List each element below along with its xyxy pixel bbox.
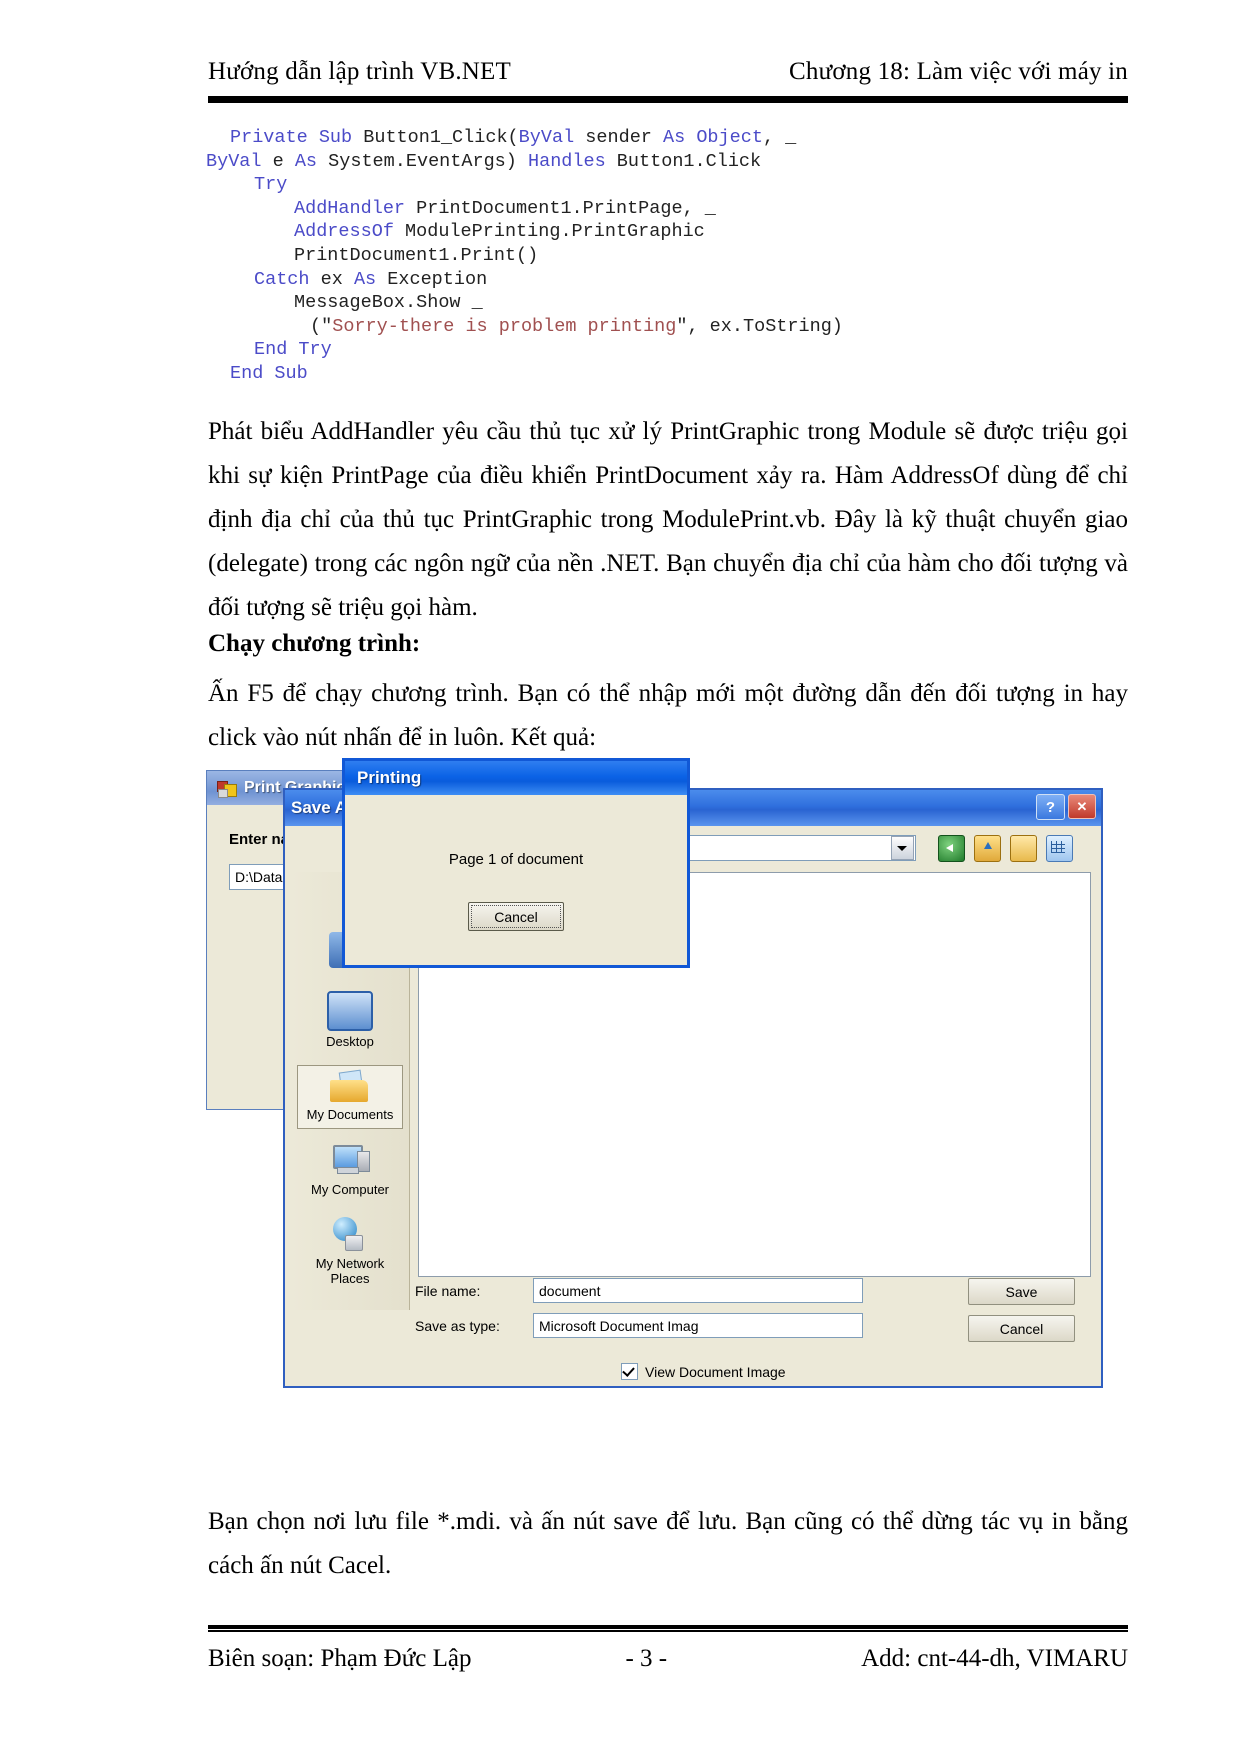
running-footer: Biên soạn: Phạm Đức Lập - 3 - Add: cnt-4…: [208, 1645, 1128, 1673]
place-item-desktop[interactable]: Desktop: [298, 987, 402, 1055]
place-label-desktop: Desktop: [326, 1034, 374, 1049]
printing-dialog-titlebar[interactable]: Printing: [345, 761, 687, 795]
help-button[interactable]: ?: [1036, 794, 1065, 820]
save-as-type-label: Save as type:: [415, 1318, 533, 1334]
code-kw-try: Try: [254, 174, 287, 195]
file-name-value: document: [534, 1283, 698, 1299]
code-text-2f: Button1.Click: [606, 151, 761, 172]
code-text-1b: Button1_Click(: [363, 127, 518, 148]
code-text-9a: (": [310, 316, 332, 337]
code-kw-catch: Catch: [254, 269, 310, 290]
footer-author: Biên soạn: Phạm Đức Lập: [208, 1645, 472, 1673]
code-text-8: MessageBox.Show _: [294, 292, 483, 313]
place-item-my-computer[interactable]: My Computer: [298, 1139, 402, 1203]
place-label-my-documents: My Documents: [307, 1107, 394, 1122]
code-kw-addhandler: AddHandler: [294, 198, 405, 219]
code-kw-as-3: As: [354, 269, 376, 290]
new-folder-icon[interactable]: [1010, 835, 1037, 862]
document-page: Hướng dẫn lập trình VB.NET Chương 18: Là…: [0, 0, 1239, 1753]
chevron-down-icon[interactable]: [891, 836, 914, 860]
view-document-image-label: View Document Image: [645, 1364, 786, 1380]
embedded-screenshot: Print Graphics ✕ Enter name of D:\Data S…: [206, 770, 1116, 1430]
file-name-combobox[interactable]: document: [533, 1278, 863, 1303]
heading-run-program: Chạy chương trình:: [208, 630, 420, 658]
code-kw-private-sub: Private Sub: [230, 127, 363, 148]
code-string-literal: Sorry-there is problem printing: [332, 316, 676, 337]
save-as-type-combobox[interactable]: Microsoft Document Imaging Format (*.mdi…: [533, 1313, 863, 1338]
my-computer-icon: [329, 1143, 371, 1179]
footer-address: Add: cnt-44-dh, VIMARU: [861, 1645, 1128, 1673]
paragraph-save-instructions: Bạn chọn nơi lưu file *.mdi. và ấn nút s…: [208, 1500, 1128, 1588]
save-dialog-buttons: Save Cancel: [968, 1278, 1073, 1352]
code-text-2b: e: [262, 151, 295, 172]
header-divider: [208, 96, 1128, 102]
save-button[interactable]: Save: [968, 1278, 1075, 1305]
paragraph-run-instructions: Ấn F5 để chạy chương trình. Bạn có thể n…: [208, 672, 1128, 760]
application-icon: [217, 779, 237, 797]
network-places-icon: [329, 1217, 371, 1253]
place-label-my-computer: My Computer: [311, 1182, 389, 1197]
code-text-1f: , _: [763, 127, 796, 148]
save-dialog-fields: File name: document Save as type: Micros…: [415, 1278, 1085, 1348]
code-text-2d: System.EventArgs): [317, 151, 528, 172]
footer-divider: [208, 1625, 1128, 1629]
file-name-chevron-down-icon[interactable]: [698, 1283, 862, 1299]
up-one-level-icon[interactable]: [974, 835, 1001, 862]
save-dialog-window-controls: ? ✕: [1036, 794, 1096, 820]
header-right-text: Chương 18: Làm việc với máy in: [789, 58, 1128, 86]
code-kw-as-2: As: [295, 151, 317, 172]
my-documents-icon: [328, 1070, 372, 1104]
code-kw-byval-1: ByVal: [519, 127, 575, 148]
desktop-icon: [327, 991, 373, 1031]
printing-status-message: Page 1 of document: [345, 851, 687, 868]
code-kw-byval-2: ByVal: [206, 151, 262, 172]
view-document-image-row[interactable]: View Document Image: [621, 1363, 786, 1380]
code-text-7b: ex: [310, 269, 354, 290]
printing-dialog-title: Printing: [357, 768, 421, 788]
code-kw-handles: Handles: [528, 151, 606, 172]
printing-cancel-button[interactable]: Cancel: [468, 902, 564, 931]
code-block: Private Sub Button1_Click(ByVal sender A…: [206, 126, 1136, 386]
code-text-7d: Exception: [376, 269, 487, 290]
footer-page-number: - 3 -: [625, 1645, 667, 1673]
header-left-text: Hướng dẫn lập trình VB.NET: [208, 58, 511, 86]
save-as-type-chevron-down-icon[interactable]: [698, 1318, 862, 1334]
code-kw-end-try: End Try: [254, 339, 332, 360]
view-document-image-checkbox[interactable]: [621, 1363, 638, 1380]
code-text-1d: sender: [574, 127, 663, 148]
place-item-network[interactable]: My Network Places: [298, 1213, 402, 1292]
back-icon[interactable]: [938, 835, 965, 862]
code-kw-end-sub: End Sub: [230, 363, 308, 384]
cancel-button[interactable]: Cancel: [968, 1315, 1075, 1342]
code-kw-as-object: As Object: [663, 127, 763, 148]
views-icon[interactable]: [1046, 835, 1073, 862]
save-toolbar-icons: [938, 835, 1073, 862]
save-dialog-close-button[interactable]: ✕: [1068, 794, 1096, 819]
running-header: Hướng dẫn lập trình VB.NET Chương 18: Là…: [208, 58, 1128, 86]
save-as-type-value: Microsoft Document Imaging Format (*.mdi…: [534, 1318, 698, 1334]
place-label-network: My Network Places: [298, 1256, 402, 1286]
code-text-6: PrintDocument1.Print(): [294, 245, 538, 266]
code-text-9c: ", ex.ToString): [676, 316, 843, 337]
code-text-4b: PrintDocument1.PrintPage, _: [405, 198, 716, 219]
file-name-label: File name:: [415, 1283, 533, 1299]
code-text-5b: ModulePrinting.PrintGraphic: [394, 221, 705, 242]
paragraph-addhandler-explanation: Phát biểu AddHandler yêu cầu thủ tục xử …: [208, 410, 1128, 630]
printing-dialog: Printing Page 1 of document Cancel: [342, 758, 690, 968]
place-item-my-documents[interactable]: My Documents: [297, 1065, 403, 1129]
code-kw-addressof: AddressOf: [294, 221, 394, 242]
